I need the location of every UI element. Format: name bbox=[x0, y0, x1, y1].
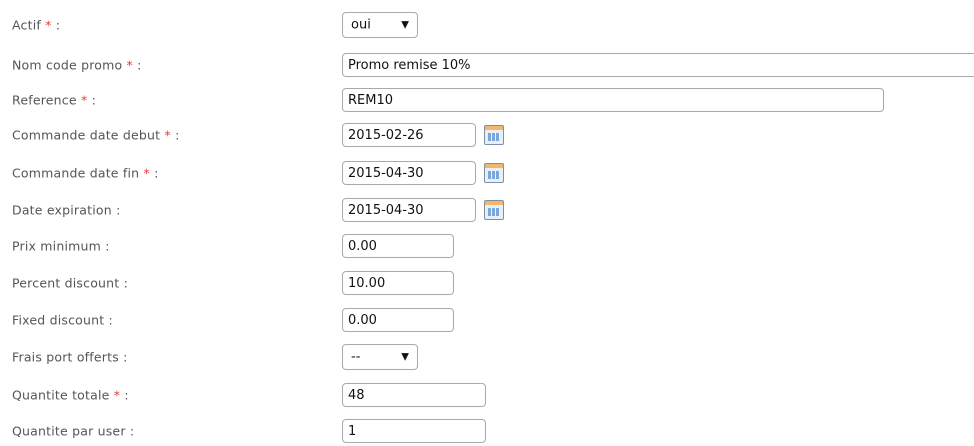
row-commande-date-debut: Commande date debut * : bbox=[0, 120, 974, 150]
quantite-totale-input[interactable] bbox=[342, 383, 486, 407]
chevron-down-icon: ▼ bbox=[401, 19, 409, 31]
commande-date-fin-input[interactable] bbox=[342, 161, 476, 185]
row-reference: Reference * : bbox=[0, 85, 974, 115]
reference-input[interactable] bbox=[342, 88, 884, 112]
row-quantite-totale: Quantite totale * : bbox=[0, 380, 974, 410]
label-actif: Actif * : bbox=[12, 17, 61, 33]
label-quantite-par-user: Quantite par user : bbox=[12, 423, 135, 439]
row-nom-code-promo: Nom code promo * : bbox=[0, 50, 974, 80]
calendar-icon[interactable] bbox=[484, 200, 504, 220]
required-mark: * bbox=[113, 387, 121, 403]
label-nom-code-promo: Nom code promo * : bbox=[12, 57, 142, 73]
label-quantite-totale: Quantite totale * : bbox=[12, 387, 129, 403]
row-commande-date-fin: Commande date fin * : bbox=[0, 158, 974, 188]
label-percent-discount: Percent discount : bbox=[12, 275, 129, 291]
label-prix-minimum: Prix minimum : bbox=[12, 238, 110, 254]
required-mark: * bbox=[164, 127, 171, 143]
calendar-icon[interactable] bbox=[484, 163, 504, 183]
percent-discount-input[interactable] bbox=[342, 271, 454, 295]
label-date-expiration: Date expiration : bbox=[12, 202, 121, 218]
nom-code-promo-input[interactable] bbox=[342, 53, 974, 77]
label-fixed-discount: Fixed discount : bbox=[12, 312, 113, 328]
required-mark: * bbox=[126, 57, 133, 73]
commande-date-debut-input[interactable] bbox=[342, 123, 476, 147]
required-mark: * bbox=[80, 92, 88, 108]
quantite-par-user-input[interactable] bbox=[342, 419, 486, 443]
label-frais-port-offerts: Frais port offerts : bbox=[12, 349, 128, 365]
calendar-icon[interactable] bbox=[484, 125, 504, 145]
row-date-expiration: Date expiration : bbox=[0, 195, 974, 225]
required-mark: * bbox=[45, 17, 52, 33]
label-reference: Reference * : bbox=[12, 92, 96, 108]
row-prix-minimum: Prix minimum : bbox=[0, 231, 974, 261]
label-commande-date-fin: Commande date fin * : bbox=[12, 165, 159, 181]
date-expiration-input[interactable] bbox=[342, 198, 476, 222]
chevron-down-icon: ▼ bbox=[401, 351, 409, 363]
row-frais-port-offerts: Frais port offerts : -- ▼ bbox=[0, 342, 974, 372]
required-mark: * bbox=[143, 165, 150, 181]
row-percent-discount: Percent discount : bbox=[0, 268, 974, 298]
label-commande-date-debut: Commande date debut * : bbox=[12, 127, 180, 143]
actif-select[interactable]: oui ▼ bbox=[342, 12, 418, 38]
prix-minimum-input[interactable] bbox=[342, 234, 454, 258]
fixed-discount-input[interactable] bbox=[342, 308, 454, 332]
frais-port-offerts-select[interactable]: -- ▼ bbox=[342, 344, 418, 370]
row-actif: Actif * : oui ▼ bbox=[0, 10, 974, 40]
row-fixed-discount: Fixed discount : bbox=[0, 305, 974, 335]
